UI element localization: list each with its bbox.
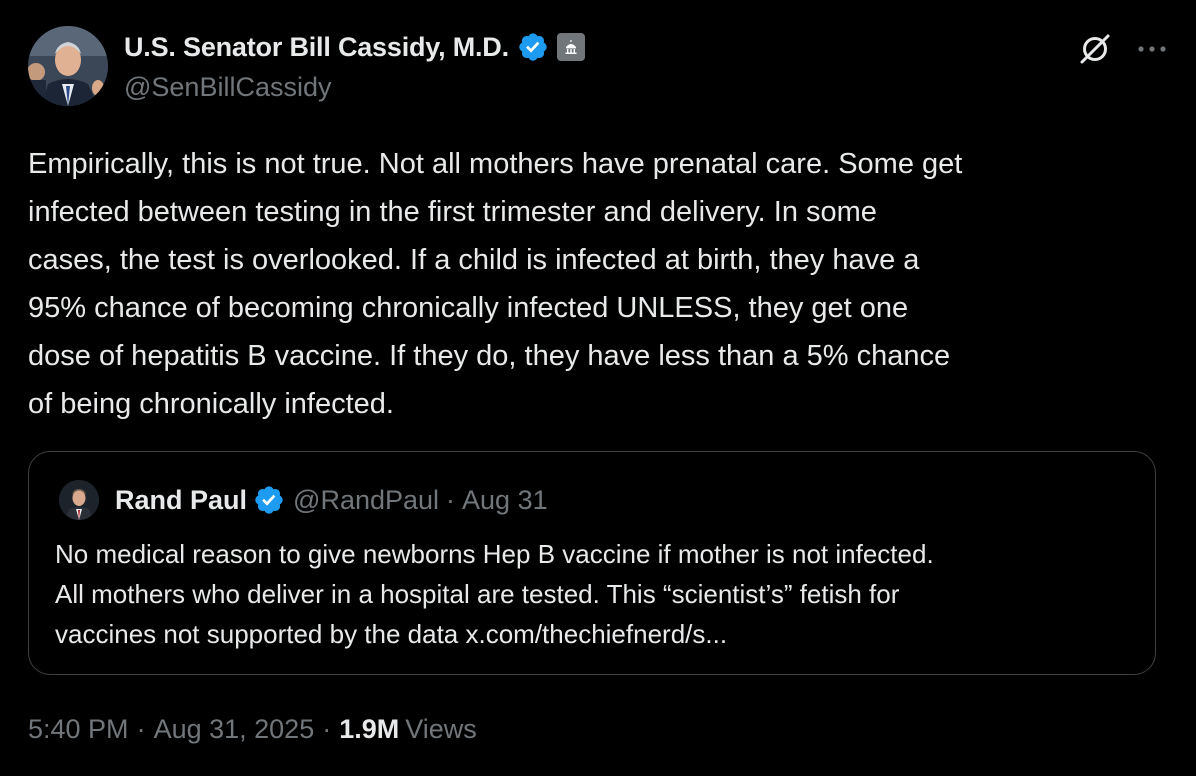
meta-separator: · [322,714,332,744]
quoted-author-handle[interactable]: @RandPaul [293,485,439,516]
meta-separator: · [136,714,146,744]
quoted-date[interactable]: Aug 31 [462,485,548,516]
tweet-text: Empirically, this is not true. Not all m… [28,148,963,420]
tweet-actions-top [1076,30,1168,68]
views-label: Views [405,714,477,744]
views-count[interactable]: 1.9M [339,714,399,745]
quoted-tweet-text: No medical reason to give newborns Hep B… [55,539,934,649]
verified-badge-icon[interactable] [253,484,285,516]
quoted-tweet[interactable]: Rand Paul @RandPaul · Aug 31 No medical … [28,451,1156,675]
quoted-tweet-header: Rand Paul @RandPaul · Aug 31 [59,480,548,520]
author-names: U.S. Senator Bill Cassidy, M.D. @SenBill… [124,30,585,103]
author-name-row: U.S. Senator Bill Cassidy, M.D. [124,30,585,64]
tweet-meta: 5:40 PM · Aug 31, 2025 · 1.9M Views [28,714,477,745]
more-icon[interactable] [1136,43,1168,55]
quoted-author-avatar[interactable] [59,480,99,520]
tweet-date[interactable]: Aug 31, 2025 [154,714,315,745]
quoted-author-name[interactable]: Rand Paul [115,485,247,516]
quoted-separator: · [446,484,456,515]
verified-badge-icon[interactable] [517,31,549,63]
author-display-name[interactable]: U.S. Senator Bill Cassidy, M.D. [124,32,509,63]
tweet-time[interactable]: 5:40 PM [28,714,129,745]
author-handle[interactable]: @SenBillCassidy [124,72,585,103]
government-building-icon[interactable] [556,33,585,61]
tweet: U.S. Senator Bill Cassidy, M.D. @SenBill… [0,0,1196,776]
grok-icon[interactable] [1076,30,1114,68]
tweet-header: U.S. Senator Bill Cassidy, M.D. @SenBill… [28,26,1168,110]
author-avatar[interactable] [28,26,108,106]
